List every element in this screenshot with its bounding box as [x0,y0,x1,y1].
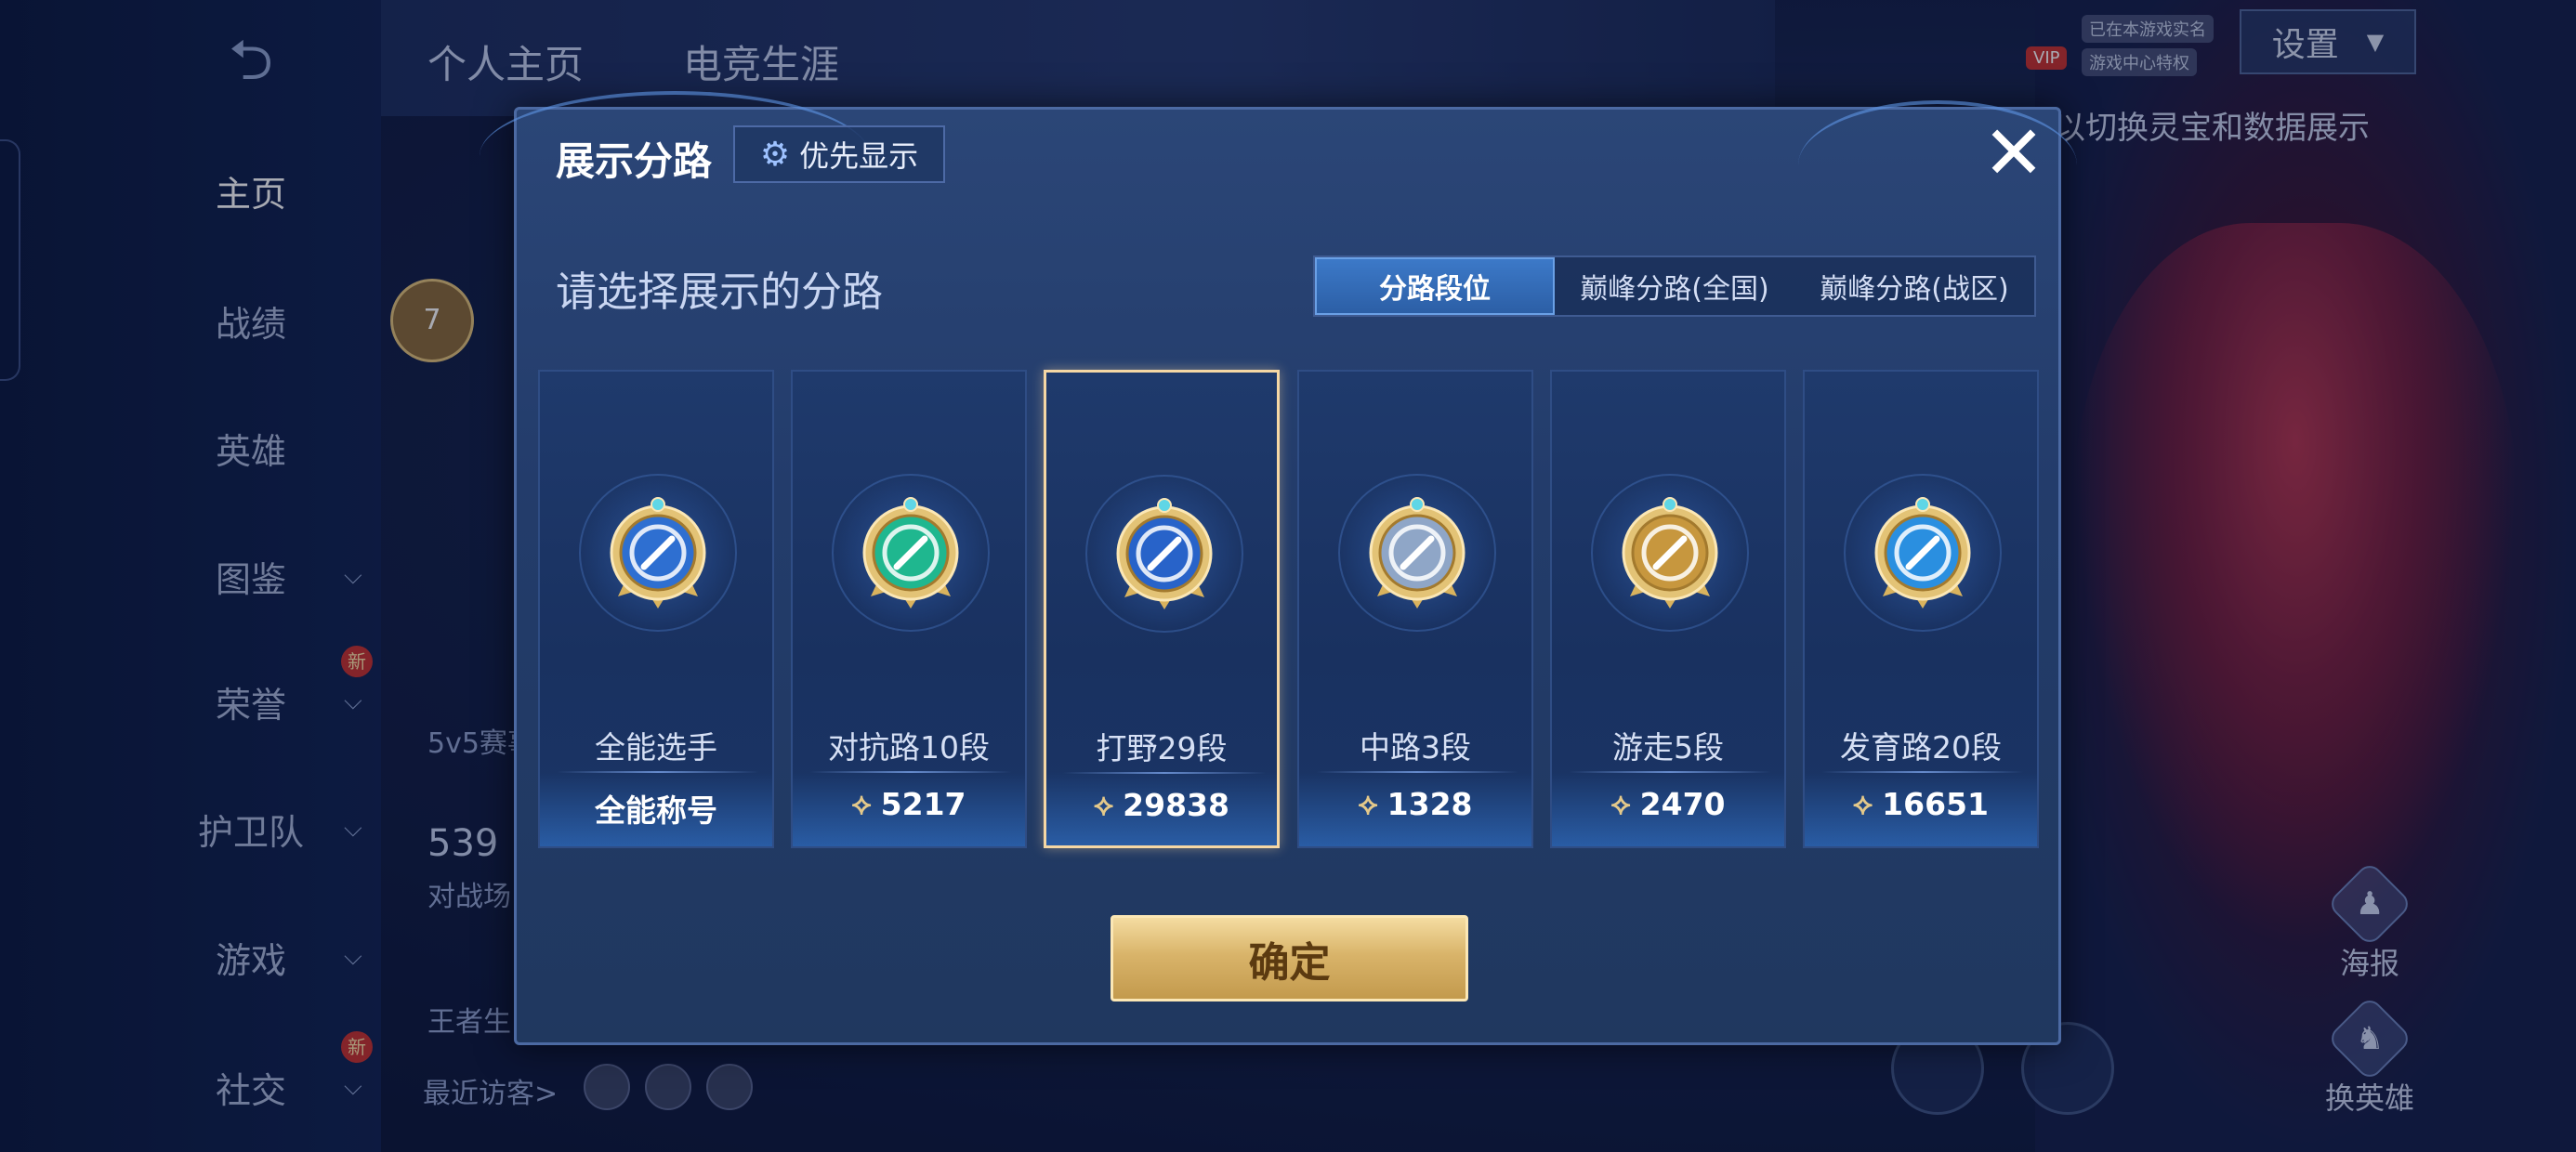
all-round-emblem-icon [598,492,718,613]
lane-display-dialog: 展示分路 ⚙ 优先显示 ✕ 请选择展示的分路 分路段位 巅峰分路(全国) 巅峰分… [480,91,2077,1045]
clash-lane-emblem-icon [850,492,971,613]
lane-type-tabs: 分路段位 巅峰分路(全国) 巅峰分路(战区) [1313,255,2036,317]
power-score-icon: ⟡ [851,786,872,821]
tab-peak-lane-national[interactable]: 巅峰分路(全国) [1555,257,1794,315]
confirm-button[interactable]: 确定 [1111,915,1468,1001]
roam-emblem-icon [1610,492,1730,613]
lane-score: ⟡ 1328 [1299,786,1531,822]
lane-name: 打野29段 [1096,730,1228,766]
lane-score-value: 29838 [1123,787,1229,823]
divider [1821,771,2024,773]
lane-card[interactable]: 打野29段 ⟡ 29838 [1044,370,1280,848]
tab-peak-lane-region[interactable]: 巅峰分路(战区) [1794,257,2034,315]
jungle-emblem-icon [1104,493,1225,614]
farm-lane-emblem-icon [1862,492,1983,613]
lane-score-value: 1328 [1387,786,1473,822]
lane-score: ⟡ 2470 [1552,786,1784,822]
lane-card[interactable]: 发育路20段 ⟡ 16651 [1803,370,2039,848]
priority-display-button[interactable]: ⚙ 优先显示 [733,125,945,183]
power-score-icon: ⟡ [1358,786,1378,821]
power-score-icon: ⟡ [1610,786,1631,821]
priority-display-label: 优先显示 [799,138,919,174]
close-icon[interactable]: ✕ [1980,116,2047,190]
lane-score: ⟡ 16651 [1805,786,2037,822]
lane-card-list: 全能选手 全能称号 对抗路10段 ⟡ 5217 打野29段 ⟡ 29838 中路3段 ⟡ 1328 游… [538,370,2044,853]
lane-name: 游走5段 [1612,729,1724,766]
dialog-title: 展示分路 [556,138,713,184]
divider [1316,771,1518,773]
lane-card[interactable]: 对抗路10段 ⟡ 5217 [791,370,1027,848]
divider [1063,772,1266,774]
lane-score-value: 全能称号 [595,792,717,829]
lane-name: 全能选手 [595,729,717,766]
tab-lane-rank[interactable]: 分路段位 [1315,257,1555,315]
lane-score: ⟡ 5217 [793,786,1025,822]
mid-lane-emblem-icon [1357,492,1478,613]
divider [809,771,1012,773]
gear-icon: ⚙ [759,135,791,174]
lane-name: 对抗路10段 [828,729,990,766]
lane-score-value: 5217 [880,786,966,822]
dialog-subtitle: 请选择展示的分路 [556,268,883,316]
lane-card[interactable]: 中路3段 ⟡ 1328 [1297,370,1533,848]
lane-name: 发育路20段 [1840,729,2002,766]
lane-card[interactable]: 游走5段 ⟡ 2470 [1550,370,1786,848]
lane-score-value: 2470 [1639,786,1726,822]
lane-score: ⟡ 29838 [1046,787,1277,823]
lane-score-value: 16651 [1882,786,1989,822]
divider [557,771,759,773]
lane-score: 全能称号 [540,786,772,831]
divider [1569,771,1771,773]
power-score-icon: ⟡ [1094,787,1114,822]
lane-name: 中路3段 [1360,729,1471,766]
lane-card[interactable]: 全能选手 全能称号 [538,370,774,848]
power-score-icon: ⟡ [1853,786,1873,821]
